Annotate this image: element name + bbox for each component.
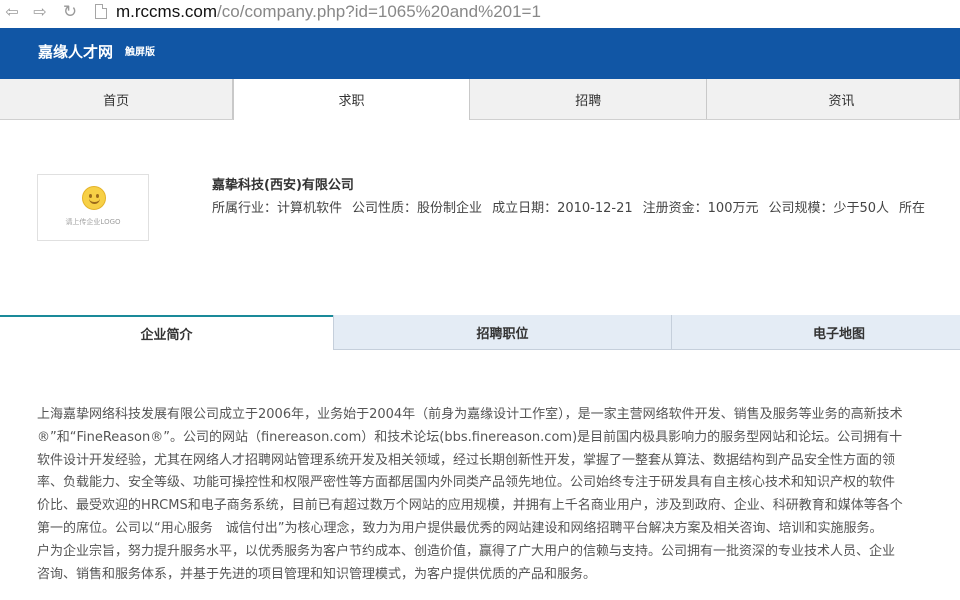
- tab-label: 资讯: [828, 93, 855, 109]
- tab-label: 求职: [338, 94, 365, 109]
- intro-line: 咨询、销售和服务体系，并基于先进的项目管理和知识管理模式，为客户提供优质的产品和…: [37, 566, 597, 582]
- meta-location: 所在: [899, 201, 926, 216]
- site-header: 嘉缘人才网 触屏版: [0, 28, 960, 79]
- tab-recruit[interactable]: 招聘: [469, 79, 708, 119]
- forward-arrow-icon[interactable]: ⇨: [30, 2, 50, 22]
- intro-line: 上海嘉挚网络科技发展有限公司成立于2006年，业务始于2004年（前身为嘉缘设计…: [37, 407, 903, 422]
- company-tabs: 企业简介 招聘职位 电子地图: [0, 315, 960, 350]
- tab-map[interactable]: 电子地图: [671, 315, 960, 350]
- logo-caption: 请上传企业LOGO: [65, 218, 121, 226]
- url-host: m.rccms.com: [116, 2, 218, 21]
- intro-line: ®”和“FineReason®”。公司的网站（finereason.com）和技…: [37, 429, 903, 445]
- meta-scale: 公司规模：少于50人: [768, 201, 890, 216]
- tab-label: 招聘: [575, 93, 602, 109]
- tab-home[interactable]: 首页: [0, 79, 234, 119]
- intro-line: 率、负载能力、安全等级、功能可操控性和权限严密性等方面都居国内外同类产品领先地位…: [37, 475, 896, 491]
- company-meta: 所属行业：计算机软件 公司性质：股份制企业 成立日期：2010-12-21 注册资金：…: [212, 200, 935, 218]
- back-arrow-icon[interactable]: ⇦: [2, 2, 22, 22]
- intro-line: 软件设计开发经验，尤其在网络人才招聘网站管理系统开发及相关领域，经过长期创新性开…: [37, 452, 896, 468]
- company-name: 嘉挚科技(西安)有限公司: [212, 178, 354, 193]
- main-nav: 首页 求职 招聘 资讯: [0, 79, 960, 120]
- company-logo: 请上传企业LOGO: [37, 174, 149, 241]
- reload-icon[interactable]: ↻: [60, 2, 80, 22]
- browser-bar: ⇦ ⇨ ↻ m.rccms.com/co/company.php?id=1065…: [0, 0, 960, 24]
- smiley-icon: [82, 186, 106, 210]
- meta-industry: 所属行业：计算机软件: [212, 201, 343, 216]
- tab-jobseek[interactable]: 求职: [233, 79, 470, 120]
- tab-label: 首页: [103, 93, 130, 109]
- tab-label: 电子地图: [813, 326, 866, 342]
- intro-line: 户为企业宗旨，努力提升服务水平，以优秀服务为客户节约成本、创造价值，赢得了广大用…: [37, 543, 896, 559]
- intro-line: 第一的席位。公司以“用心服务 诚信付出”为核心理念，致力为用户提供最优秀的网站建…: [37, 520, 883, 536]
- tab-job-positions[interactable]: 招聘职位: [333, 315, 671, 350]
- intro-line: 价比、最受欢迎的HRCMS和电子商务系统，目前已有超过数万个网站的应用规模，并拥…: [37, 498, 903, 514]
- meta-nature: 公司性质：股份制企业: [352, 201, 483, 216]
- address-bar[interactable]: m.rccms.com/co/company.php?id=1065%20and…: [116, 1, 541, 23]
- url-path: /co/company.php?id=1065%20and%201=1: [217, 2, 541, 21]
- tab-label: 招聘职位: [476, 326, 529, 342]
- page-icon: [95, 4, 107, 19]
- tab-label: 企业简介: [140, 328, 193, 343]
- company-intro: 上海嘉挚网络科技发展有限公司成立于2006年，业务始于2004年（前身为嘉缘设计…: [37, 404, 960, 589]
- tab-company-intro[interactable]: 企业简介: [0, 315, 333, 350]
- tab-news[interactable]: 资讯: [707, 79, 960, 119]
- meta-founded: 成立日期：2010-12-21: [492, 201, 633, 216]
- site-subtitle: 触屏版: [125, 47, 155, 58]
- site-title[interactable]: 嘉缘人才网: [38, 42, 113, 62]
- meta-capital: 注册资金：100万元: [642, 201, 759, 216]
